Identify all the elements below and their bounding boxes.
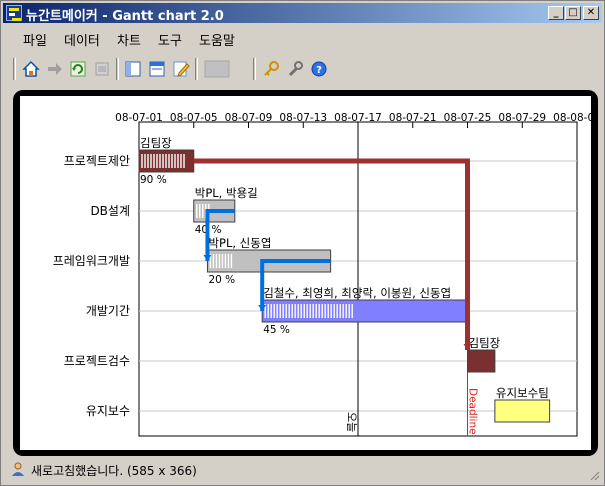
gantt-chart[interactable]: 08-07-01 08-07-05 08-07-09 08-07-13 08-07-17… <box>20 96 601 450</box>
toolbar-separator <box>195 58 198 80</box>
row-label: DB설계 <box>90 204 130 218</box>
progress-label: 20 % <box>208 274 235 286</box>
help-icon[interactable]: ? <box>309 59 329 79</box>
progress-label: 45 % <box>263 324 290 336</box>
edit-icon[interactable] <box>171 59 191 79</box>
wrench-icon[interactable] <box>285 59 305 79</box>
user-icon <box>12 462 24 476</box>
menu-help[interactable]: 도움말 <box>199 30 235 49</box>
owner-label: 유지보수팀 <box>496 386 549 400</box>
print-icon[interactable] <box>92 59 112 79</box>
key-icon[interactable] <box>261 59 281 79</box>
row-label: 프레임워크개발 <box>53 254 130 268</box>
arrow-right-icon[interactable] <box>45 59 65 79</box>
owner-label: 박PL, 신동엽 <box>208 236 271 250</box>
refresh-icon[interactable] <box>68 59 88 79</box>
svg-text:?: ? <box>316 65 322 76</box>
menu-file[interactable]: 파일 <box>23 30 47 49</box>
deadline-label: Deadline <box>467 388 479 435</box>
menu-chart[interactable]: 차트 <box>117 30 141 49</box>
date-label: 08-07-09 <box>225 112 273 124</box>
task-bar <box>467 349 496 373</box>
menu-bar: 파일 데이터 차트 도구 도움말 <box>3 25 602 51</box>
home-icon[interactable] <box>21 59 41 79</box>
row-label: 유지보수 <box>86 404 130 418</box>
row-label: 프로젝트제안 <box>64 154 130 168</box>
date-label: 08-07-21 <box>389 112 437 124</box>
toolbar-separator <box>13 58 16 80</box>
menu-data[interactable]: 데이터 <box>64 30 100 49</box>
title-bar[interactable]: 뉴간트메이커 - Gantt chart 2.0 _ □ ✕ <box>3 3 602 24</box>
close-button[interactable]: ✕ <box>583 6 599 20</box>
today-label: 오늘 <box>345 412 358 432</box>
view-icon[interactable] <box>147 59 167 79</box>
progress-label: 90 % <box>140 174 167 186</box>
blank-icon[interactable] <box>203 59 231 79</box>
maximize-button[interactable]: □ <box>565 6 581 20</box>
task-bar <box>261 299 468 323</box>
toolbar-separator <box>116 58 119 80</box>
layout-icon[interactable] <box>123 59 143 79</box>
toolbar: ? <box>13 56 346 83</box>
row-label: 개발기간 <box>86 304 130 318</box>
minimize-button[interactable]: _ <box>548 6 564 20</box>
date-label: 08-07-13 <box>279 112 327 124</box>
date-label: 08-07-05 <box>170 112 218 124</box>
owner-label: 김팀장 <box>469 336 501 350</box>
window-title: 뉴간트메이커 - Gantt chart 2.0 <box>26 9 224 24</box>
date-label: 08-07-01 <box>115 112 163 124</box>
gantt-chart-svg: 08-07-01 08-07-05 08-07-09 08-07-13 08-07-17… <box>53 112 601 437</box>
toolbar-separator <box>253 58 256 80</box>
app-window: 뉴간트메이커 - Gantt chart 2.0 _ □ ✕ 파일 데이터 차트… <box>0 0 605 486</box>
menu-tools[interactable]: 도구 <box>158 30 182 49</box>
progress-hatch <box>141 154 185 168</box>
gantt-app-icon <box>6 5 22 21</box>
status-bar: 새로고침했습니다. (585 x 366) <box>3 459 602 483</box>
owner-label: 박PL, 박용길 <box>195 186 258 200</box>
date-label: 08-07-29 <box>498 112 546 124</box>
owner-label: 김철수, 최영희, 최양락, 이봉원, 신동엽 <box>263 286 451 300</box>
row-label: 프로젝트검수 <box>64 354 130 368</box>
date-label: 08-08-02 <box>553 112 591 124</box>
date-label: 08-07-25 <box>444 112 492 124</box>
resize-grip[interactable] <box>588 469 600 481</box>
status-text: 새로고침했습니다. (585 x 366) <box>31 464 197 478</box>
task-bar <box>494 399 551 423</box>
owner-label: 김팀장 <box>140 136 172 150</box>
